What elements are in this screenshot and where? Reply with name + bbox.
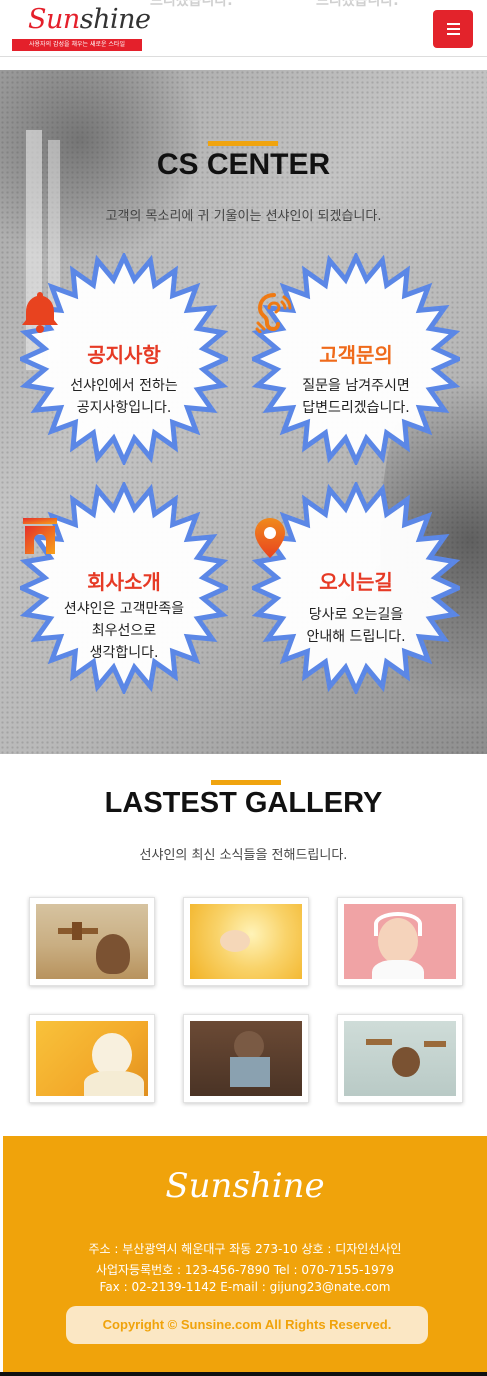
gallery-title: LASTEST GALLERY [104, 787, 383, 819]
map-pin-icon [252, 516, 460, 562]
site-logo[interactable]: Sunshine 사용자의 감성을 채우는 새로운 스타일 [12, 4, 151, 52]
footer-business-info: 사업자등록번호 : 123-456-7890 Tel : 070-7155-19… [95, 1263, 395, 1277]
ear-icon [252, 289, 460, 335]
footer-contact: Fax : 02-2139-1142 E-mail : gijung23@nat… [99, 1280, 391, 1294]
cs-card-about[interactable]: 회사소개 션샤인은 고객만족을 최우선으로 생각합니다. [20, 482, 228, 694]
card-title: 오시는길 [319, 570, 393, 594]
building-icon [20, 516, 228, 562]
logo-prefix: Sun [28, 4, 80, 35]
gallery-thumb-baby-feeding[interactable] [29, 1014, 155, 1103]
gallery-thumb-baby-hand[interactable] [183, 897, 309, 986]
card-description: 질문을 남겨주시면 답변드리겠습니다. [302, 378, 410, 416]
card-title: 고객문의 [319, 343, 393, 367]
site-header: 드리겠습니다. 드리겠습니다. Sunshine 사용자의 감성을 채우는 새로… [0, 0, 487, 57]
cs-title: CS CENTER [156, 148, 331, 181]
card-description: 선샤인에서 전하는 공지사항입니다. [70, 378, 178, 416]
ghost-text: 드리겠습니다. [150, 0, 233, 9]
card-description: 션샤인은 고객만족을 최우선으로 생각합니다. [63, 601, 185, 661]
card-description: 당사로 오는길을 안내해 드립니다. [306, 607, 406, 645]
footer-logo[interactable]: Sunshine [3, 1166, 487, 1206]
hamburger-icon [446, 23, 460, 25]
footer-copyright: Copyright © Sunsine.com All Rights Reser… [66, 1306, 428, 1344]
gallery-thumb-pilot-kid[interactable] [183, 1014, 309, 1103]
cs-subtitle: 고객의 목소리에 귀 기울이는 션샤인이 되겠습니다. [105, 209, 382, 224]
gallery-thumb-kid-toy-plane[interactable] [337, 1014, 463, 1103]
gallery-thumb-child-airplane[interactable] [29, 897, 155, 986]
gallery-subtitle: 선샤인의 최신 소식들을 전해드립니다. [139, 848, 348, 863]
site-footer: Sunshine 주소 : 부산광역시 해운대구 좌동 273-10 상호 : … [3, 1136, 487, 1372]
ghost-text: 드리겠습니다. [316, 0, 399, 9]
logo-suffix: shine [79, 4, 151, 35]
menu-button[interactable] [433, 10, 473, 48]
cs-card-directions[interactable]: 오시는길 당사로 오는길을 안내해 드립니다. [252, 482, 460, 694]
cs-card-notice[interactable]: 공지사항 선샤인에서 전하는 공지사항입니다. [20, 253, 228, 465]
cs-center-section: CS CENTER 고객의 목소리에 귀 기울이는 션샤인이 되겠습니다. 공지… [0, 70, 487, 754]
card-title: 공지사항 [87, 343, 161, 367]
footer-address: 주소 : 부산광역시 해운대구 좌동 273-10 상호 : 디자인선사인 [88, 1242, 402, 1256]
title-accent-bar [211, 780, 281, 785]
logo-tagline: 사용자의 감성을 채우는 새로운 스타일 [12, 39, 142, 51]
card-title: 회사소개 [87, 570, 161, 594]
cs-card-inquiry[interactable]: 고객문의 질문을 남겨주시면 답변드리겠습니다. [252, 253, 460, 465]
bell-icon [20, 289, 228, 335]
title-accent-bar [208, 141, 278, 146]
gallery-thumb-baby-headphones[interactable] [337, 897, 463, 986]
